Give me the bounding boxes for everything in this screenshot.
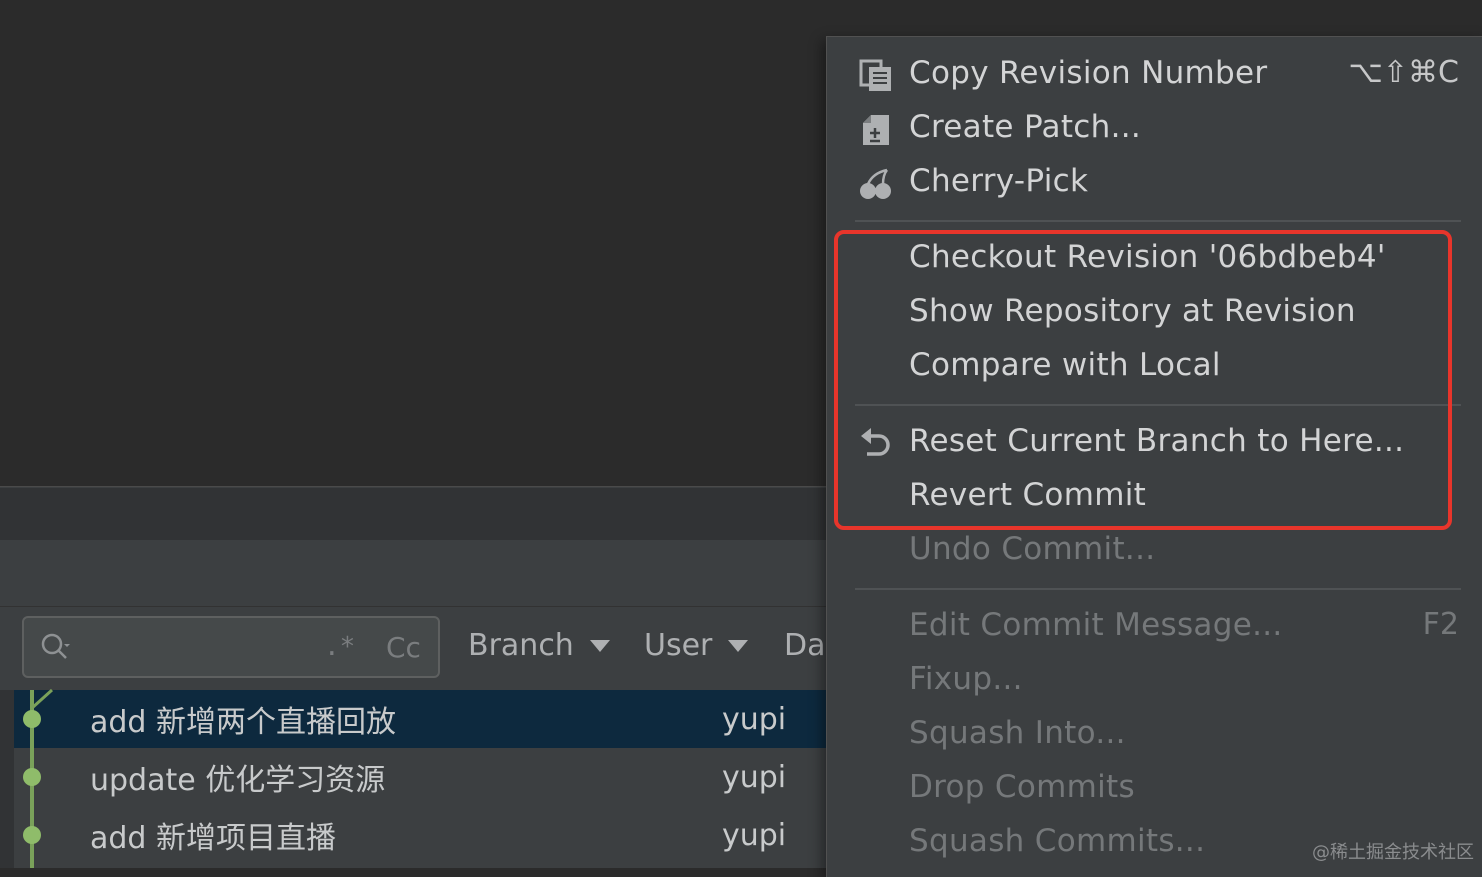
menu-item-label: Cherry-Pick bbox=[909, 163, 1089, 199]
log-panel-header bbox=[0, 488, 830, 540]
menu-item-checkout-revision[interactable]: Checkout Revision '06bdbeb4' bbox=[827, 233, 1482, 287]
copy-icon bbox=[859, 59, 891, 91]
commit-context-menu: Copy Revision Number ⌥⇧⌘C Create Patch..… bbox=[826, 36, 1482, 877]
commit-row[interactable]: update 优化学习资源 yupi bbox=[14, 748, 830, 806]
commit-row[interactable]: add 新增两个直播回放 yupi bbox=[14, 690, 830, 748]
menu-item-drop-commits: Drop Commits bbox=[827, 763, 1482, 817]
commit-node bbox=[23, 710, 41, 728]
branch-filter-label: Branch bbox=[468, 628, 574, 663]
menu-item-copy-revision-number[interactable]: Copy Revision Number ⌥⇧⌘C bbox=[827, 49, 1482, 103]
commit-row[interactable]: add 新增项目直播 yupi bbox=[14, 806, 830, 864]
menu-item-revert-commit[interactable]: Revert Commit bbox=[827, 471, 1482, 525]
menu-item-shortcut: ⌥⇧⌘C bbox=[1348, 55, 1459, 90]
date-filter[interactable]: Da bbox=[784, 628, 825, 663]
menu-item-label: Revert Commit bbox=[909, 477, 1147, 513]
menu-item-label: Copy Revision Number bbox=[909, 55, 1268, 91]
commit-message: add 新增项目直播 bbox=[90, 821, 337, 856]
commit-node bbox=[23, 826, 41, 844]
menu-separator bbox=[855, 588, 1461, 590]
menu-item-undo-commit: Undo Commit... bbox=[827, 525, 1482, 579]
menu-item-squash-into: Squash Into... bbox=[827, 709, 1482, 763]
menu-item-label: Squash Commits... bbox=[909, 823, 1206, 859]
menu-separator bbox=[855, 404, 1461, 406]
commit-message: update 优化学习资源 bbox=[90, 763, 386, 798]
menu-item-label: Undo Commit... bbox=[909, 531, 1156, 567]
menu-item-label: Create Patch... bbox=[909, 109, 1142, 145]
match-case-toggle[interactable]: Cc bbox=[386, 631, 421, 664]
menu-item-fixup: Fixup... bbox=[827, 655, 1482, 709]
menu-item-label: Squash Into... bbox=[909, 715, 1126, 751]
commit-author: yupi bbox=[722, 701, 787, 737]
commit-author: yupi bbox=[722, 759, 787, 795]
menu-item-shortcut: F2 bbox=[1422, 607, 1459, 642]
menu-item-label: Edit Commit Message... bbox=[909, 607, 1283, 643]
patch-icon bbox=[863, 115, 889, 145]
menu-item-label: Drop Commits bbox=[909, 769, 1135, 805]
watermark: @稀土掘金技术社区 bbox=[1312, 842, 1474, 863]
chevron-down-icon bbox=[589, 639, 610, 652]
commit-author: yupi bbox=[722, 817, 787, 853]
cherry-icon bbox=[860, 168, 891, 199]
menu-item-show-repository-at-revision[interactable]: Show Repository at Revision bbox=[827, 287, 1482, 341]
menu-item-compare-with-local[interactable]: Compare with Local bbox=[827, 341, 1482, 395]
user-filter[interactable]: User bbox=[644, 628, 749, 663]
branch-filter[interactable]: Branch bbox=[468, 628, 610, 663]
menu-item-label: Show Repository at Revision bbox=[909, 293, 1356, 329]
menu-item-cherry-pick[interactable]: Cherry-Pick bbox=[827, 157, 1482, 211]
commit-message: add 新增两个直播回放 bbox=[90, 705, 397, 740]
menu-item-label: Checkout Revision '06bdbeb4' bbox=[909, 239, 1386, 275]
menu-item-label: Fixup... bbox=[909, 661, 1023, 697]
menu-separator bbox=[855, 220, 1461, 222]
graph-branch-line bbox=[30, 688, 54, 710]
user-filter-label: User bbox=[644, 628, 713, 663]
search-icon bbox=[41, 633, 70, 659]
menu-item-edit-commit-message: Edit Commit Message... F2 bbox=[827, 601, 1482, 655]
regex-toggle[interactable]: .* bbox=[324, 632, 355, 662]
menu-item-label: Compare with Local bbox=[909, 347, 1221, 383]
menu-item-reset-current-branch[interactable]: Reset Current Branch to Here... bbox=[827, 417, 1482, 471]
date-filter-label: Da bbox=[784, 628, 826, 663]
chevron-down-icon bbox=[728, 639, 749, 652]
log-gutter bbox=[0, 690, 14, 868]
menu-item-label: Reset Current Branch to Here... bbox=[909, 423, 1405, 459]
commit-node bbox=[23, 768, 41, 786]
undo-arrow-icon bbox=[861, 428, 890, 456]
log-search-input[interactable]: .* Cc bbox=[22, 616, 440, 678]
menu-item-create-patch[interactable]: Create Patch... bbox=[827, 103, 1482, 157]
